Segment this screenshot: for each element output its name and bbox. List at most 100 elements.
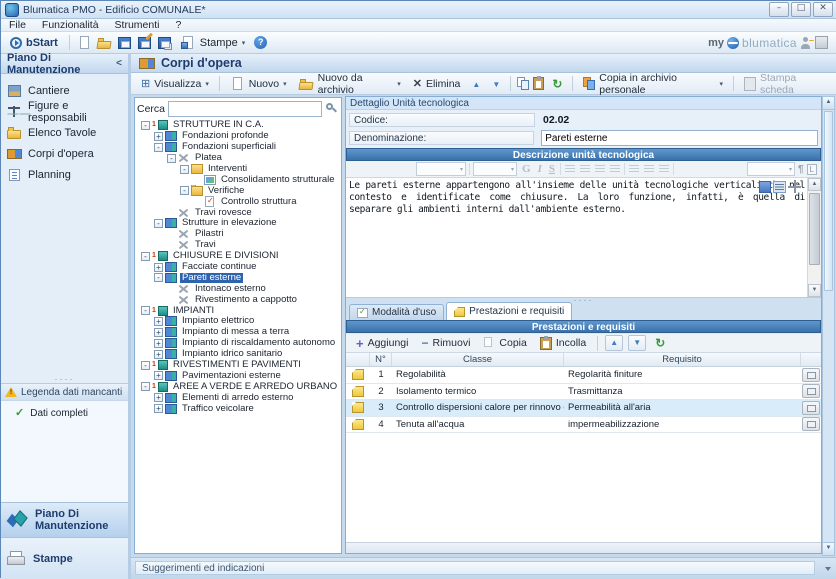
tree-item-label[interactable]: Impianto di messa a terra bbox=[180, 327, 291, 337]
tree-expand-toggle[interactable] bbox=[154, 328, 163, 337]
multilevel-list-icon[interactable] bbox=[659, 165, 669, 174]
bstart-button[interactable]: bStart bbox=[6, 36, 62, 50]
copy-icon[interactable] bbox=[517, 77, 529, 90]
editor-scrollbar[interactable]: ▲ ▼ bbox=[807, 178, 821, 297]
tree-item[interactable]: Controllo struttura bbox=[137, 196, 339, 207]
tree-expand-toggle[interactable] bbox=[154, 339, 163, 348]
sidebar-item[interactable]: Elenco Tavole bbox=[7, 122, 128, 143]
row-detail-button[interactable] bbox=[802, 401, 820, 415]
tree-expand-toggle[interactable] bbox=[180, 186, 189, 195]
move-down-button[interactable] bbox=[488, 77, 504, 91]
bold-button[interactable]: G bbox=[520, 163, 533, 175]
tree-item-label[interactable]: Impianto di riscaldamento autonomo bbox=[180, 338, 337, 348]
pilcrow-icon[interactable]: ¶ bbox=[798, 164, 804, 175]
rimuovi-button[interactable]: Rimuovi bbox=[417, 335, 474, 351]
tree-item[interactable]: CHIUSURE E DIVISIONI bbox=[137, 251, 339, 262]
chevron-down-icon[interactable] bbox=[825, 567, 831, 571]
tree-item[interactable]: Facciate continue bbox=[137, 262, 339, 273]
menu-help[interactable]: ? bbox=[175, 19, 181, 31]
search-input[interactable] bbox=[168, 101, 322, 117]
note-icon[interactable] bbox=[352, 369, 364, 380]
tree-item-label[interactable]: STRUTTURE IN C.A. bbox=[171, 120, 266, 130]
tree-item[interactable]: Interventi bbox=[137, 164, 339, 175]
tree-item-label[interactable]: Fondazioni superficiali bbox=[180, 142, 278, 152]
tree-expand-toggle[interactable] bbox=[154, 143, 163, 152]
tree-item-label[interactable]: Strutture in elevazione bbox=[180, 218, 279, 228]
tree-item-label[interactable]: Elementi di arredo esterno bbox=[180, 393, 295, 403]
sidebar-collapse-button[interactable]: < bbox=[116, 58, 122, 69]
copia-in-archivio-button[interactable]: Copia in archivio personale▾ bbox=[579, 71, 727, 97]
scroll-down-icon[interactable]: ▼ bbox=[823, 542, 834, 555]
open-folder-icon[interactable] bbox=[97, 36, 112, 50]
help-icon[interactable]: ? bbox=[254, 36, 267, 49]
tab[interactable]: Prestazioni e requisiti bbox=[446, 302, 572, 320]
tree-item[interactable]: Pareti esterne bbox=[137, 272, 339, 283]
row-classe[interactable]: Controllo dispersioni calore per rinnovo… bbox=[392, 402, 564, 413]
row-down-button[interactable] bbox=[628, 335, 646, 351]
tree-item[interactable]: IMPIANTI bbox=[137, 305, 339, 316]
tree-item[interactable]: Fondazioni superficiali bbox=[137, 142, 339, 153]
tree-expand-toggle[interactable] bbox=[154, 404, 163, 413]
tree-item-label[interactable]: Impianto idrico sanitario bbox=[180, 349, 284, 359]
row-detail-button[interactable] bbox=[802, 384, 820, 398]
tree-item-label[interactable]: Consolidamento strutturale bbox=[219, 175, 337, 185]
new-file-icon[interactable] bbox=[77, 36, 92, 50]
tree-item[interactable]: Travi rovesce bbox=[137, 207, 339, 218]
tree-item[interactable]: Fondazioni profonde bbox=[137, 131, 339, 142]
column-classe[interactable]: Classe bbox=[392, 353, 564, 366]
save-icon[interactable] bbox=[117, 36, 132, 50]
tree-item-label[interactable]: Fondazioni profonde bbox=[180, 131, 271, 141]
sidebar-item[interactable]: Planning bbox=[7, 164, 128, 185]
tree-expand-toggle[interactable] bbox=[154, 132, 163, 141]
menu-funzionalita[interactable]: Funzionalità bbox=[42, 19, 99, 31]
bullet-list-icon[interactable] bbox=[629, 165, 639, 174]
align-right-icon[interactable] bbox=[595, 165, 605, 174]
table-row[interactable]: 4 Tenuta all'acqua impermeabilizzazione bbox=[346, 417, 821, 434]
font-size-select[interactable]: ▾ bbox=[473, 162, 517, 176]
note-icon[interactable] bbox=[352, 386, 364, 397]
row-classe[interactable]: Isolamento termico bbox=[392, 386, 564, 397]
scroll-up-icon[interactable]: ▲ bbox=[823, 97, 834, 110]
scroll-up-icon[interactable]: ▲ bbox=[808, 178, 821, 191]
justify-icon[interactable] bbox=[773, 181, 786, 193]
tree-expand-toggle[interactable] bbox=[154, 273, 163, 282]
tree-expand-toggle[interactable] bbox=[154, 350, 163, 359]
tree-item-label[interactable]: Pavimentazioni esterne bbox=[180, 371, 283, 381]
note-icon[interactable] bbox=[352, 402, 364, 413]
row-classe[interactable]: Tenuta all'acqua bbox=[392, 419, 564, 430]
tree-item[interactable]: Platea bbox=[137, 153, 339, 164]
tree-item-label[interactable]: Intonaco esterno bbox=[193, 284, 268, 294]
tree-item-label[interactable]: Impianto elettrico bbox=[180, 316, 256, 326]
tree-item-label[interactable]: AREE A VERDE E ARREDO URBANO bbox=[171, 382, 339, 392]
nav-stampe[interactable]: Stampe bbox=[1, 537, 128, 579]
tree-item-label[interactable]: Travi bbox=[193, 240, 218, 250]
column-n[interactable]: N° bbox=[370, 353, 392, 366]
maximize-button[interactable]: □ bbox=[791, 2, 811, 17]
tree-item-label[interactable]: Interventi bbox=[206, 164, 249, 174]
close-button[interactable]: ✕ bbox=[813, 2, 833, 17]
descrizione-editor[interactable]: Le pareti esterne appartengono all'insie… bbox=[346, 178, 821, 298]
tree-expand-toggle[interactable] bbox=[180, 165, 189, 174]
tree-item-label[interactable]: Pilastri bbox=[193, 229, 226, 239]
sidebar-item[interactable]: Cantiere bbox=[7, 80, 128, 101]
tree-item-label[interactable]: IMPIANTI bbox=[171, 306, 216, 316]
stampe-button[interactable]: Stampe ▾ bbox=[177, 35, 249, 51]
tree-expand-toggle[interactable] bbox=[154, 393, 163, 402]
nav-piano-di-manutenzione[interactable]: Piano Di Manutenzione bbox=[1, 502, 128, 537]
scrollbar-thumb[interactable] bbox=[824, 111, 833, 291]
align-center-icon[interactable] bbox=[580, 165, 590, 174]
tree-expand-toggle[interactable] bbox=[141, 306, 150, 315]
font-family-select[interactable]: ▾ bbox=[416, 162, 466, 176]
tree-item[interactable]: Travi bbox=[137, 240, 339, 251]
tree-item[interactable]: Rivestimento a cappotto bbox=[137, 294, 339, 305]
row-up-button[interactable] bbox=[605, 335, 623, 351]
tree-expand-toggle[interactable] bbox=[154, 317, 163, 326]
italic-button[interactable]: I bbox=[536, 163, 544, 175]
tree-item[interactable]: Impianto di riscaldamento autonomo bbox=[137, 338, 339, 349]
row-detail-button[interactable] bbox=[802, 368, 820, 382]
tree-item-label[interactable]: RIVESTIMENTI E PAVIMENTI bbox=[171, 360, 303, 370]
tree-item-label[interactable]: Travi rovesce bbox=[193, 208, 254, 218]
row-detail-button[interactable] bbox=[802, 417, 820, 431]
move-up-button[interactable] bbox=[468, 77, 484, 91]
nuovo-button[interactable]: Nuovo▾ bbox=[226, 76, 291, 92]
